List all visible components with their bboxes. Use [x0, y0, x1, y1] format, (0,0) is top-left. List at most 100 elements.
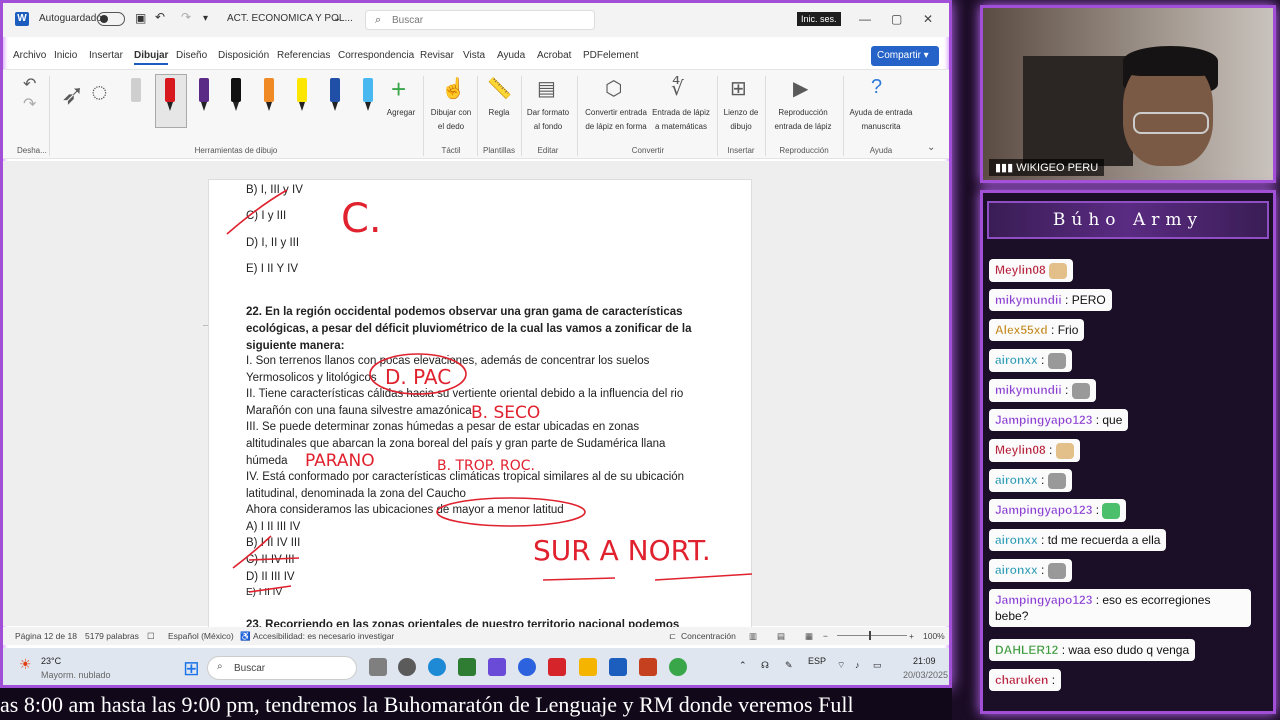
ink-replay-label[interactable]: Reproducción entrada de lápiz [767, 106, 839, 134]
ink-to-shape-label[interactable]: Convertir entrada de lápiz en forma [581, 106, 651, 134]
chat-username[interactable]: aironxx [995, 533, 1038, 547]
github-icon[interactable] [398, 658, 416, 676]
save-icon[interactable]: ▣ [135, 11, 146, 25]
chat-username[interactable]: DAHLER12 [995, 643, 1059, 657]
close-icon[interactable]: ✕ [923, 12, 933, 26]
draw-touch-label[interactable]: Dibujar con el dedo [427, 106, 475, 134]
search-input[interactable]: ⌕ Buscar [365, 10, 595, 30]
ruler-label[interactable]: Regla [481, 106, 517, 120]
copilot-icon[interactable] [488, 658, 506, 676]
language-status[interactable]: Español (México) [168, 631, 234, 641]
menu-referencias[interactable]: Referencias [277, 50, 330, 61]
eraser-pen[interactable] [131, 78, 141, 112]
drawing-canvas-icon[interactable]: ⊞ [730, 76, 747, 101]
menu-disposicion[interactable]: Disposición [218, 50, 269, 61]
page-count[interactable]: Página 12 de 18 [15, 631, 77, 641]
chat-username[interactable]: Meylin08 [995, 443, 1046, 457]
menu-ayuda[interactable]: Ayuda [497, 50, 525, 61]
drawing-canvas-label[interactable]: Lienzo de dibujo [721, 106, 761, 134]
chat-username[interactable]: Jampingyapo123 [995, 593, 1093, 607]
menu-revisar[interactable]: Revisar [420, 50, 454, 61]
yellow-highlighter[interactable] [297, 78, 307, 112]
add-pen-label[interactable]: Agregar [381, 106, 421, 120]
web-layout-icon[interactable]: ▦ [805, 631, 813, 642]
focus-button[interactable]: Concentración [681, 631, 736, 641]
weather-desc[interactable]: Mayorm. nublado [41, 670, 111, 680]
red-pen[interactable] [165, 78, 175, 112]
zoom-level[interactable]: 100% [923, 631, 945, 641]
menu-insertar[interactable]: Insertar [89, 50, 123, 61]
ink-help-label[interactable]: Ayuda de entrada manuscrita [845, 106, 917, 134]
menu-diseno[interactable]: Diseño [176, 50, 207, 61]
powerpoint-icon[interactable] [639, 658, 657, 676]
task-view-icon[interactable] [369, 658, 387, 676]
clock-date[interactable]: 20/03/2025 [903, 670, 948, 680]
customize-icon[interactable]: ▾ [203, 13, 208, 24]
menu-inicio[interactable]: Inicio [54, 50, 77, 61]
file-explorer-icon[interactable] [579, 658, 597, 676]
black-pen[interactable] [231, 78, 241, 112]
chat-username[interactable]: Alex55xd [995, 323, 1048, 337]
menu-dibujar[interactable]: Dibujar [134, 50, 169, 65]
chat-username[interactable]: charuken [995, 673, 1049, 687]
zoom-slider[interactable] [837, 635, 907, 636]
draw-touch-icon[interactable]: ☝ [441, 76, 466, 101]
ink-to-shape-icon[interactable]: ⬡ [605, 76, 622, 101]
ruler-icon[interactable]: 📏 [487, 76, 512, 101]
language-indicator[interactable]: ESP [808, 656, 826, 666]
clock-time[interactable]: 21:09 [913, 656, 936, 666]
word-count[interactable]: 5179 palabras [85, 631, 139, 641]
ink-replay-icon[interactable]: ▶ [793, 76, 808, 101]
accessibility-status[interactable]: Accesibilidad: es necesario investigar [253, 631, 394, 641]
format-background-label[interactable]: Dar formato al fondo [523, 106, 573, 134]
lasso-select-icon[interactable]: ◌ [91, 76, 108, 108]
start-icon[interactable]: ⊞ [183, 656, 200, 681]
signin-button[interactable]: Inic. ses. [797, 12, 841, 26]
weather-temp[interactable]: 23°C [41, 656, 61, 666]
menu-archivo[interactable]: Archivo [13, 50, 46, 61]
zoom-thumb[interactable] [869, 631, 871, 640]
chat-username[interactable]: aironxx [995, 473, 1038, 487]
zoom-app-icon[interactable] [518, 658, 536, 676]
add-pen-icon[interactable]: + [391, 74, 406, 105]
ribbon-redo-icon[interactable]: ↷ [23, 94, 36, 114]
chat-username[interactable]: mikymundii [995, 383, 1062, 397]
lightblue-highlighter[interactable] [363, 78, 373, 112]
chat-username[interactable]: Meylin08 [995, 263, 1046, 277]
chat-username[interactable]: aironxx [995, 353, 1038, 367]
menu-correspondencia[interactable]: Correspondencia [338, 50, 414, 61]
menu-vista[interactable]: Vista [463, 50, 485, 61]
maximize-icon[interactable]: ▢ [891, 12, 902, 26]
read-mode-icon[interactable]: ▥ [749, 631, 757, 642]
ink-to-math-label[interactable]: Entrada de lápiz a matemáticas [651, 106, 711, 134]
redo-icon[interactable]: ↷ [181, 10, 191, 24]
blue-pen[interactable] [330, 78, 340, 112]
ink-to-math-icon[interactable]: ∜ [671, 76, 684, 101]
menu-acrobat[interactable]: Acrobat [537, 50, 571, 61]
undo-icon[interactable]: ↶ [155, 10, 165, 24]
select-pointer-icon[interactable]: ➶ [61, 78, 84, 111]
autosave-toggle[interactable] [97, 12, 125, 26]
tray-headset-icon[interactable]: ☊ [761, 660, 769, 671]
chat-username[interactable]: Jampingyapo123 [995, 413, 1093, 427]
zoom-out-icon[interactable]: − [823, 631, 828, 641]
calculator-icon[interactable] [458, 658, 476, 676]
tray-pen-icon[interactable]: ✎ [785, 660, 793, 671]
chrome-icon[interactable] [669, 658, 687, 676]
weather-icon[interactable]: ☀ [19, 656, 32, 673]
volume-icon[interactable]: ♪ [855, 660, 860, 670]
print-layout-icon[interactable]: ▤ [777, 631, 785, 642]
format-background-icon[interactable]: ▤ [537, 76, 556, 101]
share-button[interactable]: Compartir ▾ [871, 46, 939, 66]
minimize-icon[interactable]: — [859, 12, 871, 26]
tray-chevron-icon[interactable]: ⌃ [739, 660, 747, 671]
wifi-icon[interactable]: ⌔ [837, 660, 845, 671]
chat-username[interactable]: aironxx [995, 563, 1038, 577]
taskbar-search[interactable]: ⌕ Buscar [207, 656, 357, 680]
zoom-in-icon[interactable]: + [909, 631, 914, 641]
word-taskbar-icon[interactable] [609, 658, 627, 676]
document-page[interactable]: B) I, III y IV C) I y III D) I, II y III… [208, 179, 753, 639]
proofing-icon[interactable]: ☐ [147, 631, 155, 642]
ribbon-collapse-icon[interactable]: ⌄ [927, 142, 935, 153]
menu-pdfelement[interactable]: PDFelement [583, 50, 639, 61]
